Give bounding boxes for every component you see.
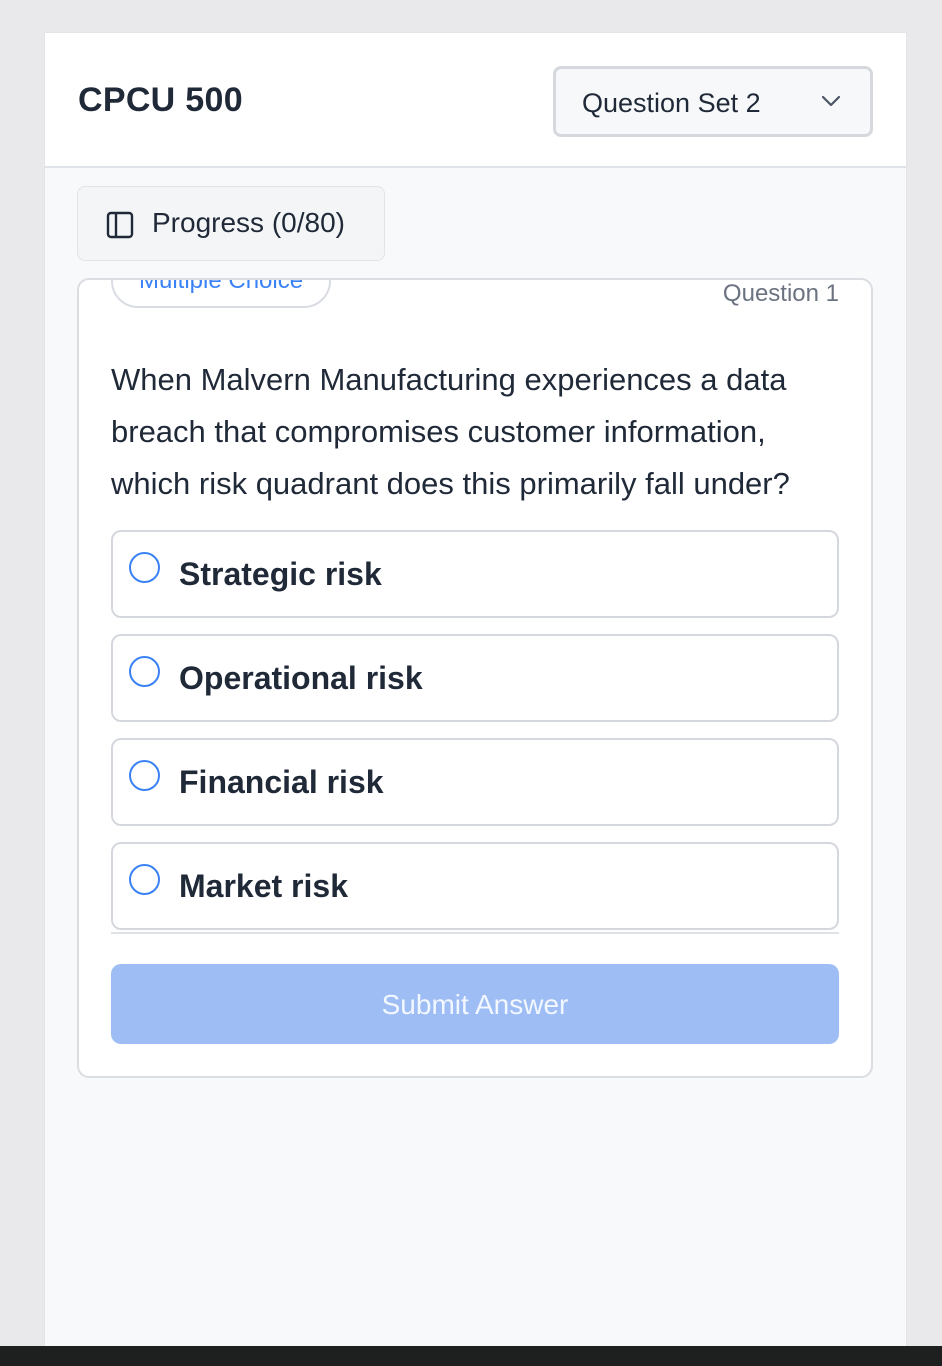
answer-options: Strategic risk Operational risk Financia… — [111, 530, 839, 934]
chevron-down-icon — [821, 95, 841, 107]
answer-option[interactable]: Strategic risk — [111, 530, 839, 618]
question-card: Multiple Choice Question 1 When Malvern … — [77, 278, 873, 1078]
question-set-select[interactable]: Question Set 2 — [553, 66, 873, 137]
submit-answer-button[interactable]: Submit Answer — [111, 964, 839, 1044]
radio-button[interactable] — [129, 864, 160, 895]
quiz-app: CPCU 500 Question Set 2 Progress (0/80) … — [44, 32, 907, 1346]
radio-button[interactable] — [129, 656, 160, 687]
question-number: Question 1 — [722, 280, 839, 307]
answer-option[interactable]: Market risk — [111, 842, 839, 930]
answer-option-label: Financial risk — [179, 764, 384, 800]
app-header: CPCU 500 Question Set 2 — [45, 32, 906, 168]
desktop-taskbar — [0, 1346, 942, 1366]
answer-option[interactable]: Financial risk — [111, 738, 839, 826]
question-text: When Malvern Manufacturing experiences a… — [111, 362, 790, 501]
question-set-selected-label: Question Set 2 — [582, 88, 761, 118]
question-type-badge: Multiple Choice — [111, 280, 332, 308]
app-title: CPCU 500 — [78, 81, 243, 119]
progress-toggle-button[interactable]: Progress (0/80) — [77, 186, 385, 261]
sidebar-panel-icon — [106, 211, 134, 239]
answer-option-label: Strategic risk — [179, 556, 382, 592]
radio-button[interactable] — [129, 760, 160, 791]
answer-option-label: Market risk — [179, 868, 348, 904]
progress-label: Progress (0/80) — [152, 207, 345, 238]
answer-option[interactable]: Operational risk — [111, 634, 839, 722]
radio-button[interactable] — [129, 552, 160, 583]
answer-option-label: Operational risk — [179, 660, 423, 696]
